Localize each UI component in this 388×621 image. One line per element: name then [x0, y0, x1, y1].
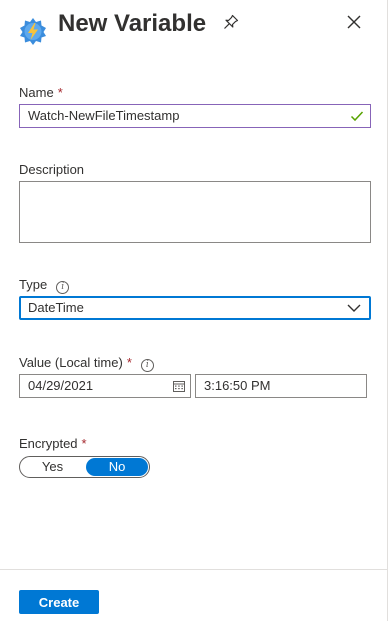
type-label: Type i: [19, 277, 70, 294]
date-input-value: 04/29/2021: [28, 378, 94, 393]
description-label: Description: [19, 162, 85, 177]
encrypted-label: Encrypted *: [19, 436, 87, 451]
pin-icon[interactable]: [222, 13, 240, 31]
required-marker: *: [126, 355, 132, 370]
type-dropdown-value: DateTime: [28, 300, 84, 315]
name-input-value: Watch-NewFileTimestamp: [28, 108, 180, 123]
time-input[interactable]: 3:16:50 PM: [195, 374, 367, 398]
chevron-down-icon: [347, 304, 361, 312]
encrypted-option-yes[interactable]: Yes: [20, 457, 85, 477]
calendar-icon[interactable]: [173, 380, 185, 392]
encrypted-option-no[interactable]: No: [86, 458, 148, 476]
required-marker: *: [57, 85, 63, 100]
footer-divider: [0, 569, 388, 570]
required-marker: *: [81, 436, 87, 451]
checkmark-icon: [350, 111, 364, 122]
name-label: Name *: [19, 85, 63, 100]
page-title: New Variable: [58, 10, 207, 37]
value-label: Value (Local time) * i: [19, 355, 154, 372]
automation-account-icon: [20, 18, 46, 45]
description-textarea[interactable]: [19, 181, 371, 243]
date-input[interactable]: 04/29/2021: [19, 374, 191, 398]
info-icon[interactable]: i: [56, 281, 70, 294]
info-icon[interactable]: i: [140, 359, 154, 372]
encrypted-toggle[interactable]: Yes No: [19, 456, 150, 478]
create-button[interactable]: Create: [19, 590, 99, 614]
close-icon[interactable]: [345, 13, 363, 31]
new-variable-panel: New Variable Name * Watch-NewFileTimestam…: [0, 0, 388, 621]
type-dropdown[interactable]: DateTime: [19, 296, 371, 320]
name-input[interactable]: Watch-NewFileTimestamp: [19, 104, 371, 128]
time-input-value: 3:16:50 PM: [204, 378, 271, 393]
